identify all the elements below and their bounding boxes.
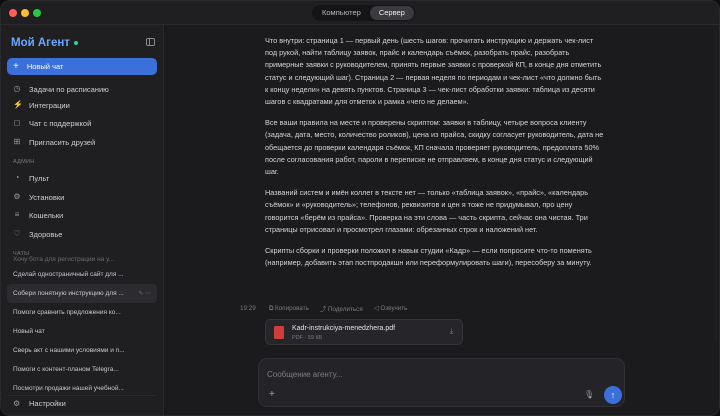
chat-item-active[interactable]: Собери понятную инструкцию для ... ✎ ⋯ xyxy=(7,284,157,303)
copy-label: Копировать xyxy=(275,304,309,312)
sidebar-item-invite[interactable]: ⊞ Пригласить друзей xyxy=(7,134,157,150)
sidebar-item-support[interactable]: ◻ Чат с поддержкой xyxy=(7,115,157,131)
chat-pane: Что внутри: страница 1 — первый день (ше… xyxy=(165,25,719,415)
tab-computer[interactable]: Компьютер xyxy=(313,6,370,20)
file-attachment[interactable]: Kadr-instrukciya-menedzhera.pdf PDF · 59… xyxy=(265,319,463,345)
speaker-icon: ◁ xyxy=(373,305,379,312)
message-paragraph: Скрипты сборки и проверки положил в навы… xyxy=(265,246,592,268)
sidebar-item-label: Чат с поддержкой xyxy=(29,118,92,128)
chat-item[interactable]: Помоги с контент-планом Telegra... xyxy=(7,360,157,379)
voice-button[interactable]: ◁ Озвучить xyxy=(374,305,408,312)
chat-icon: ◻ xyxy=(13,118,21,127)
scrollbar[interactable] xyxy=(714,30,717,340)
sidebar-item-label: Кошельки xyxy=(29,210,64,220)
share-button[interactable]: ⤴ Поделиться xyxy=(320,304,363,313)
message-paragraph: Все ваши правила на месте и проверены ск… xyxy=(265,118,604,177)
attachment-name: Kadr-instrukciya-menedzhera.pdf xyxy=(292,325,396,332)
sidebar-item-label: Задачи по расписанию xyxy=(29,84,109,94)
sidebar-item-schedule[interactable]: ◷ Задачи по расписанию xyxy=(7,81,157,97)
sidebar-item-health[interactable]: ♡ Здоровье xyxy=(7,226,157,242)
settings-button[interactable]: ⚙ Настройки xyxy=(7,395,157,411)
gear-icon: ⚙ xyxy=(13,399,21,408)
sidebar-item-label: Установки xyxy=(29,192,65,202)
sidebar-item-label: Пульт xyxy=(29,173,50,183)
assistant-message: Что внутри: страница 1 — первый день (ше… xyxy=(265,35,605,278)
send-button[interactable]: ↑ xyxy=(604,386,622,404)
sidebar-item-wallets[interactable]: ≡ Кошельки xyxy=(7,207,157,223)
sidebar-item-label: Интеграции xyxy=(29,100,70,110)
sidebar-toggle-icon[interactable] xyxy=(146,38,155,46)
chat-actions-icon[interactable]: ✎ ⋯ xyxy=(138,290,157,297)
sidebar-item-settings-admin[interactable]: ⚙ Установки xyxy=(7,189,157,205)
sidebar-item-label: Здоровье xyxy=(29,229,63,239)
mode-switch: Компьютер Сервер xyxy=(312,5,415,21)
plug-icon: ⚡ xyxy=(13,100,23,109)
heart-icon: ♡ xyxy=(13,229,21,238)
clock-icon: ◷ xyxy=(13,84,21,93)
voice-label: Озвучить xyxy=(380,305,408,312)
chat-item[interactable]: Хочу бота для регистрации на у... xyxy=(7,253,157,265)
chat-item[interactable]: Сделай одностраничный сайт для ... xyxy=(7,265,157,284)
section-admin: АДМИН xyxy=(13,159,35,165)
maximize-window-button[interactable] xyxy=(33,9,41,17)
sidebar-item-panel[interactable]: ◔ Пульт xyxy=(7,170,157,186)
title-bar: Компьютер Сервер xyxy=(1,1,719,25)
share-label: Поделиться xyxy=(327,306,363,313)
plus-icon: + xyxy=(13,60,19,72)
download-icon[interactable]: ⤓ xyxy=(450,328,453,336)
attach-plus-icon[interactable]: + xyxy=(269,390,275,400)
brand-title: Мой Агент xyxy=(11,37,70,49)
brand: Мой Агент xyxy=(11,37,78,49)
settings-label: Настройки xyxy=(29,399,66,408)
chat-item-label: Собери понятную инструкцию для ... xyxy=(13,290,124,297)
chat-item[interactable]: Новый чат xyxy=(7,322,157,341)
sidebar: Мой Агент + Новый чат ◷ Задачи по распис… xyxy=(1,25,164,415)
minimize-window-button[interactable] xyxy=(21,9,29,17)
message-paragraph: Названий систем и имён коллег в тексте н… xyxy=(265,188,589,234)
pdf-file-icon xyxy=(274,326,284,339)
dashboard-icon: ◔ xyxy=(14,173,20,182)
chat-item[interactable]: Сверь акт с нашими условиями и п... xyxy=(7,341,157,360)
sidebar-item-label: Пригласить друзей xyxy=(29,137,96,147)
chat-item[interactable]: Помоги сравнить предложения ко... xyxy=(7,303,157,322)
sidebar-item-integrations[interactable]: ⚡ Интеграции xyxy=(7,97,157,113)
new-chat-button[interactable]: + Новый чат xyxy=(7,58,157,75)
message-paragraph: Что внутри: страница 1 — первый день (ше… xyxy=(265,36,602,107)
close-window-button[interactable] xyxy=(9,9,17,17)
share-icon: ⤴ xyxy=(319,306,327,313)
chat-list: Хочу бота для регистрации на у... Сделай… xyxy=(7,253,157,401)
microphone-icon[interactable]: 🎙 xyxy=(584,390,594,399)
new-chat-label: Новый чат xyxy=(26,62,64,71)
message-composer[interactable]: Сообщение агенту... + 🎙 ↑ xyxy=(258,358,625,407)
tab-server[interactable]: Сервер xyxy=(369,6,414,20)
status-dot-icon xyxy=(73,40,78,45)
app-window: Компьютер Сервер Мой Агент + Новый чат ◷… xyxy=(0,0,720,416)
message-input[interactable]: Сообщение агенту... xyxy=(267,370,342,379)
gear-icon: ⚙ xyxy=(13,192,21,201)
gift-icon: ⊞ xyxy=(13,137,21,146)
copy-icon: ⧉ xyxy=(268,304,274,312)
attachment-meta: PDF · 59 КБ xyxy=(292,335,323,341)
message-time: 19:29 xyxy=(240,305,256,312)
message-meta: 19:29 ⧉ Копировать ⤴ Поделиться ◁ Озвучи… xyxy=(240,304,418,314)
list-icon: ≡ xyxy=(14,210,20,219)
copy-button[interactable]: ⧉ Копировать xyxy=(269,305,309,313)
